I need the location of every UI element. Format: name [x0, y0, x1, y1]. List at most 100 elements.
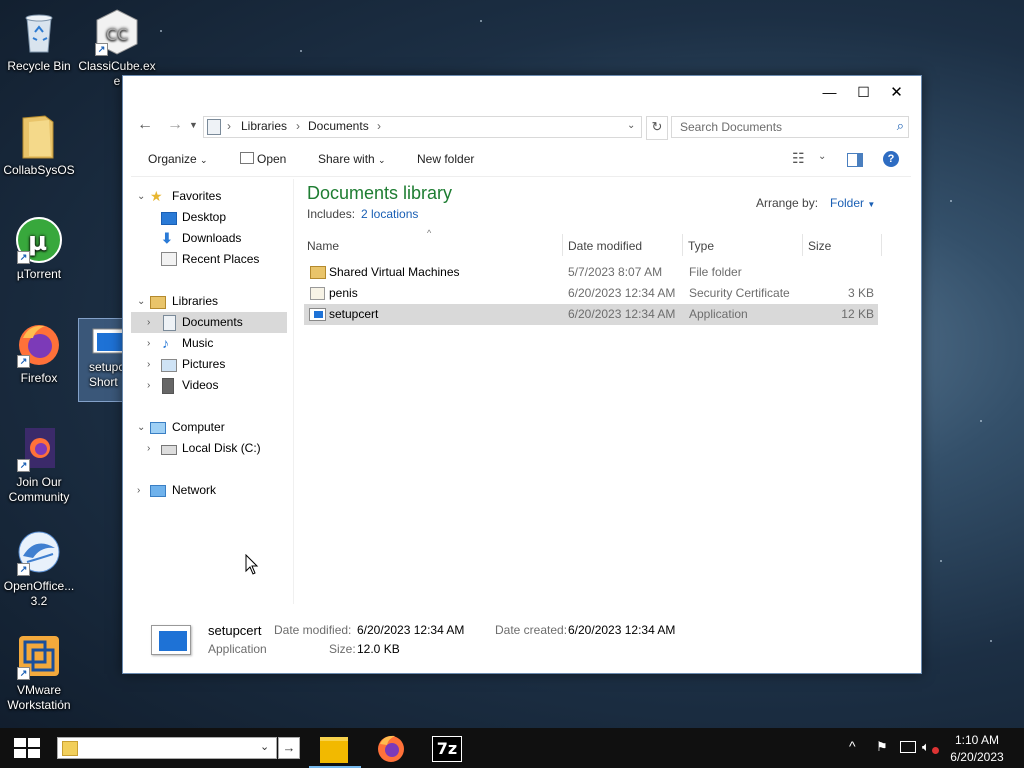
nav-documents[interactable]: › Documents: [131, 312, 287, 333]
firefox-icon: ↗: [15, 320, 63, 368]
nav-videos[interactable]: › Videos: [131, 375, 287, 396]
collapsed-chevron-icon: ›: [147, 338, 151, 349]
close-button[interactable]: ✕: [880, 76, 913, 108]
explorer-window[interactable]: — ☐ ✕ ← → ▼ › Libraries › Documents › ⌄ …: [122, 75, 922, 674]
back-button[interactable]: ←: [137, 116, 153, 134]
music-icon: ♪: [162, 335, 169, 351]
volume-muted-icon[interactable]: 🔈︎: [922, 739, 930, 755]
vmware-icon: ↗: [15, 632, 63, 680]
expanded-chevron-icon: ⌄: [137, 191, 146, 202]
open-icon: [240, 152, 254, 164]
desktop-icon-label: CollabSysOS: [3, 163, 75, 177]
change-view-icon[interactable]: ☷: [792, 150, 805, 167]
desktop-icon-firefox[interactable]: ↗ Firefox: [0, 320, 78, 386]
minimize-button[interactable]: —: [813, 76, 846, 108]
desktop-icon-label: setupc Short: [89, 360, 124, 389]
breadcrumb-separator: ›: [227, 119, 231, 133]
nav-music[interactable]: › ♪ Music: [131, 333, 287, 354]
network-icon[interactable]: [900, 741, 916, 753]
file-row[interactable]: setupcert 6/20/2023 12:34 AM Application…: [304, 304, 878, 325]
view-options-chevron-icon[interactable]: ⌄: [818, 151, 826, 162]
breadcrumb-libraries[interactable]: Libraries: [241, 119, 287, 133]
taskbar-7zip[interactable]: 7z: [421, 728, 473, 768]
start-button[interactable]: [14, 738, 40, 758]
desktop-icon-setupcert-shortcut[interactable]: setupc Short: [78, 318, 124, 402]
column-separator[interactable]: [562, 234, 563, 256]
new-folder-button[interactable]: New folder: [417, 152, 474, 166]
column-header-size[interactable]: Size: [808, 239, 831, 253]
file-row[interactable]: Shared Virtual Machines 5/7/2023 8:07 AM…: [304, 262, 878, 283]
shortcut-arrow-icon: ↗: [17, 563, 30, 576]
nav-desktop[interactable]: Desktop: [131, 207, 287, 228]
toolbar-divider: [131, 176, 911, 177]
chevron-down-icon: ⌄: [378, 155, 386, 165]
desktop-icon-join-community[interactable]: ↗ Join Our Community: [0, 424, 78, 505]
nav-libraries[interactable]: ⌄ Libraries: [131, 291, 287, 312]
column-header-name[interactable]: Name: [307, 239, 339, 253]
share-with-button[interactable]: Share with ⌄: [318, 152, 386, 166]
address-dropdown-chevron-icon[interactable]: ⌄: [627, 120, 635, 131]
nav-favorites[interactable]: ⌄ ★ Favorites: [131, 186, 287, 207]
details-pane: setupcert Application Date modified: 6/2…: [123, 610, 921, 673]
nav-computer[interactable]: ⌄ Computer: [131, 417, 287, 438]
desktop-icon-utorrent[interactable]: µ ↗ µTorrent: [0, 216, 78, 282]
chevron-down-icon[interactable]: ⌄: [260, 740, 269, 753]
column-separator[interactable]: [682, 234, 683, 256]
desktop-icon-label: OpenOffice... 3.2: [3, 579, 75, 608]
classicube-icon: CC ↗: [93, 8, 141, 56]
go-arrow-button[interactable]: →: [278, 737, 300, 759]
utorrent-icon: µ ↗: [15, 216, 63, 264]
clock-date[interactable]: 6/20/2023: [948, 750, 1006, 764]
preview-pane-icon[interactable]: [847, 153, 863, 167]
desktop-icon-vmware[interactable]: ↗ VMware Workstation: [0, 632, 78, 713]
breadcrumb-documents[interactable]: Documents: [308, 119, 369, 133]
join-community-icon: ↗: [15, 424, 63, 472]
forward-button[interactable]: →: [167, 116, 183, 134]
file-row[interactable]: penis 6/20/2023 12:34 AM Security Certif…: [304, 283, 878, 304]
desktop-icon-recycle-bin[interactable]: Recycle Bin: [0, 8, 78, 74]
column-header-type[interactable]: Type: [688, 239, 714, 253]
star-icon: ★: [150, 188, 163, 204]
action-center-flag-icon[interactable]: ⚑: [876, 739, 888, 755]
file-explorer-icon: [320, 737, 348, 763]
library-includes-label: Includes:: [307, 207, 356, 221]
search-icon[interactable]: ⌕: [897, 118, 904, 134]
nav-network[interactable]: › Network: [131, 480, 287, 501]
documents-icon: [163, 315, 176, 331]
nav-recent-places[interactable]: Recent Places: [131, 249, 287, 270]
taskbar-search-box[interactable]: ⌄: [57, 737, 277, 759]
clock-time[interactable]: 1:10 AM: [948, 733, 1006, 747]
recent-locations-chevron-icon[interactable]: ▼: [189, 120, 198, 130]
arrange-by-dropdown[interactable]: Folder ▼: [830, 196, 875, 210]
nav-downloads[interactable]: ⬇ Downloads: [131, 228, 287, 249]
desktop-icon-openoffice[interactable]: ↗ OpenOffice... 3.2: [0, 528, 78, 609]
nav-local-disk[interactable]: › Local Disk (C:): [131, 438, 287, 459]
navigation-pane: ⌄ ★ Favorites Desktop ⬇ Downloads Recent…: [131, 179, 291, 599]
open-button[interactable]: Open: [240, 152, 286, 166]
column-header-date[interactable]: Date modified: [568, 239, 642, 253]
desktop-icon-collabsysos[interactable]: CollabSysOS: [0, 112, 78, 178]
application-icon: [309, 308, 326, 321]
certificate-icon: [310, 287, 325, 300]
nav-pictures[interactable]: › Pictures: [131, 354, 287, 375]
taskbar-firefox[interactable]: [365, 728, 417, 768]
organize-button[interactable]: Organize ⌄: [148, 152, 208, 166]
refresh-button[interactable]: ↻: [646, 116, 668, 140]
taskbar-file-explorer[interactable]: [309, 728, 361, 768]
shortcut-arrow-icon: ↗: [95, 43, 108, 56]
details-size-label: Size:: [329, 642, 356, 656]
help-icon[interactable]: ?: [883, 151, 899, 167]
show-hidden-icons-chevron-icon[interactable]: ^: [849, 738, 856, 754]
mouse-cursor-icon: [245, 553, 259, 579]
column-separator[interactable]: [802, 234, 803, 256]
library-icon: [207, 119, 221, 135]
column-separator[interactable]: [881, 234, 882, 256]
sort-arrow-icon: ^: [427, 228, 432, 238]
search-input[interactable]: Search Documents: [680, 120, 782, 134]
search-box[interactable]: Search Documents ⌕: [671, 116, 909, 138]
maximize-button[interactable]: ☐: [847, 76, 880, 108]
pictures-icon: [161, 359, 177, 372]
folder-icon: [310, 266, 326, 279]
library-locations-link[interactable]: 2 locations: [361, 207, 418, 221]
desktop-icon-label: Recycle Bin: [7, 59, 71, 73]
